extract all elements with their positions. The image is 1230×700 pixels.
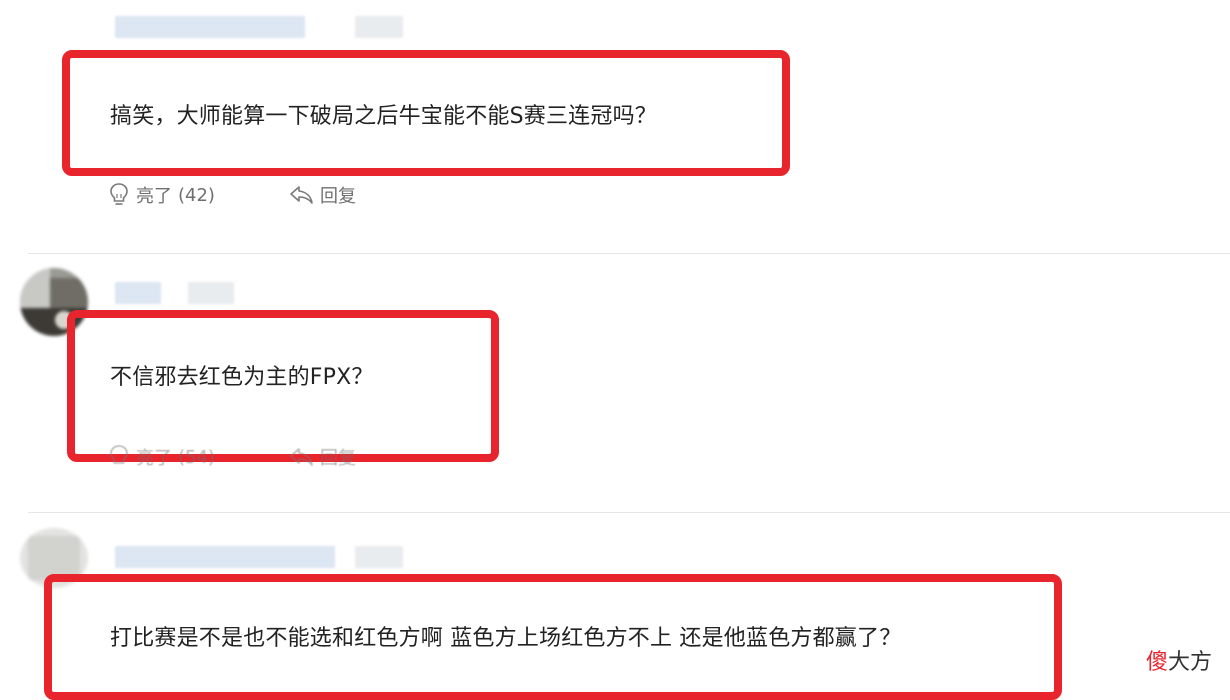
user-meta-blurred <box>355 16 403 38</box>
watermark-text: 大方 <box>1167 650 1212 675</box>
like-count: (42) <box>178 184 215 206</box>
username-blurred <box>115 16 305 38</box>
reply-arrow-icon <box>290 186 313 204</box>
comment-divider <box>28 253 1230 254</box>
like-label: 亮了 <box>136 186 172 207</box>
lightbulb-icon <box>110 183 128 205</box>
user-meta-blurred <box>188 282 234 304</box>
reply-label: 回复 <box>320 448 356 469</box>
like-button[interactable]: 亮了 (54) <box>108 444 215 470</box>
source-watermark: 傻大方 <box>1146 644 1212 676</box>
like-count: (54) <box>178 446 215 468</box>
like-label: 亮了 <box>136 448 172 469</box>
username-blurred <box>115 546 335 568</box>
reply-button[interactable]: 回复 <box>288 182 356 208</box>
comment-text: 不信邪去红色为主的FPX？ <box>110 365 374 390</box>
watermark-accent: 傻 <box>1145 650 1168 675</box>
username-blurred <box>115 282 161 304</box>
comment-screenshot: 搞笑，大师能算一下破局之后牛宝能不能S赛三连冠吗？ 亮了 (42) 回复 不信邪去… <box>0 0 1230 700</box>
comment-text: 打比赛是不是也不能选和红色方啊 蓝色方上场红色方不上 还是他蓝色方都赢了？ <box>110 626 902 651</box>
comment-divider <box>28 512 1230 513</box>
reply-label: 回复 <box>320 186 356 207</box>
reply-button[interactable]: 回复 <box>288 444 356 470</box>
reply-arrow-icon <box>290 448 313 466</box>
lightbulb-icon <box>110 445 128 464</box>
like-button[interactable]: 亮了 (42) <box>108 182 215 208</box>
comment-text: 搞笑，大师能算一下破局之后牛宝能不能S赛三连冠吗？ <box>110 104 657 129</box>
user-meta-blurred <box>355 546 403 568</box>
